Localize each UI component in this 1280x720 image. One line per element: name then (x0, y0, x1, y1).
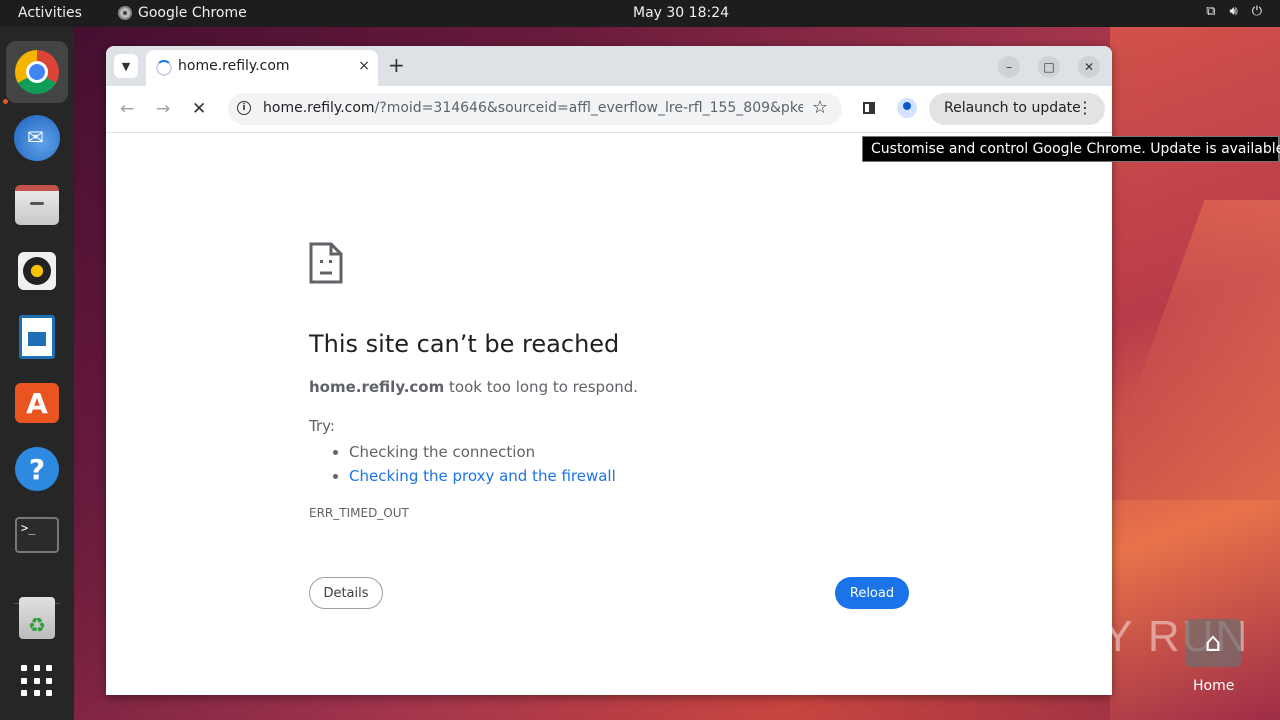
app-name: Google Chrome (138, 5, 247, 21)
back-button[interactable]: ← (120, 99, 134, 119)
dock-trash[interactable]: ♻ (14, 595, 60, 641)
chevron-down-icon: ▼ (121, 59, 131, 73)
site-info-icon[interactable]: i (237, 101, 251, 115)
system-tray[interactable]: ⧉ 🔊︎ ⏻ (1206, 4, 1262, 19)
tab-active[interactable]: home.refily.com × (146, 50, 378, 86)
minimize-icon: – (1006, 60, 1012, 74)
suggestion-connection: Checking the connection (349, 440, 616, 464)
dock-terminal[interactable]: >_ (14, 512, 60, 558)
details-button[interactable]: Details (309, 577, 383, 609)
dock-writer[interactable] (14, 314, 60, 360)
close-icon: ✕ (1083, 60, 1095, 74)
new-tab-button[interactable]: + (388, 54, 405, 76)
bookmark-star-icon[interactable]: ☆ (812, 97, 828, 118)
tab-search-button[interactable]: ▼ (114, 54, 138, 78)
software-store-icon: A (15, 383, 59, 423)
thunderbird-icon (14, 115, 60, 161)
kebab-menu-icon: ⋮ (1077, 98, 1093, 117)
toolbar: ← → ✕ i home.refily.com/?moid=314646&sou… (106, 86, 1112, 133)
network-icon: ⧉ (1206, 4, 1216, 19)
error-desc-text: took too long to respond. (444, 378, 639, 396)
url-text: home.refily.com/?moid=314646&sourceid=af… (263, 100, 803, 116)
suggestion-proxy-link[interactable]: Checking the proxy and the firewall (349, 467, 616, 485)
dock-software[interactable]: A (14, 380, 60, 426)
suggestion-list: Checking the connection Checking the pro… (309, 440, 616, 488)
relaunch-label: Relaunch to update (944, 100, 1081, 116)
url-rest: /?moid=314646&sourceid=affl_everflow_lre… (374, 100, 803, 116)
stop-loading-button[interactable]: ✕ (192, 99, 206, 119)
terminal-icon: >_ (15, 517, 59, 553)
error-code: ERR_TIMED_OUT (309, 506, 409, 520)
app-grid-icon (21, 665, 53, 697)
menu-tooltip: Customise and control Google Chrome. Upd… (862, 136, 1280, 162)
app-menu[interactable]: Google Chrome (118, 5, 247, 21)
volume-icon: 🔊︎ (1229, 4, 1238, 19)
address-bar[interactable]: i home.refily.com/?moid=314646&sourceid=… (228, 93, 842, 125)
profile-avatar-icon[interactable] (897, 98, 917, 118)
tab-title: home.refily.com (178, 58, 290, 74)
dock-chrome[interactable] (6, 41, 68, 103)
help-icon: ? (15, 447, 59, 491)
close-window-button[interactable]: ✕ (1078, 56, 1100, 78)
reload-button[interactable]: Reload (835, 577, 909, 609)
rhythmbox-icon (18, 252, 56, 290)
show-applications-button[interactable] (14, 658, 60, 704)
power-icon: ⏻ (1251, 4, 1262, 19)
trash-icon: ♻ (19, 597, 55, 639)
clock[interactable]: May 30 18:24 (633, 5, 729, 21)
dock-help[interactable]: ? (14, 446, 60, 492)
maximize-button[interactable]: □ (1038, 56, 1060, 78)
loading-spinner-icon (156, 60, 172, 76)
chrome-icon (118, 6, 132, 20)
dock: A ? >_ ♻ (0, 27, 74, 720)
side-panel-icon[interactable] (863, 102, 875, 114)
activities-button[interactable]: Activities (18, 5, 82, 21)
dock-thunderbird[interactable] (14, 115, 60, 161)
maximize-icon: □ (1043, 60, 1055, 74)
home-label: Home (1193, 678, 1235, 694)
error-title: This site can’t be reached (309, 330, 620, 358)
top-bar: Activities Google Chrome May 30 18:24 ⧉ … (0, 0, 1280, 27)
dock-files[interactable] (14, 182, 60, 228)
home-folder-icon[interactable]: ⌂ (1185, 619, 1241, 667)
url-host: home.refily.com (263, 100, 375, 116)
dock-rhythmbox[interactable] (14, 248, 60, 294)
writer-icon (19, 315, 55, 359)
forward-button[interactable]: → (156, 99, 170, 119)
tab-strip: ▼ home.refily.com × + – □ ✕ (106, 46, 1112, 86)
tab-close-icon[interactable]: × (358, 58, 370, 74)
minimize-button[interactable]: – (998, 56, 1020, 78)
error-description: home.refily.com took too long to respond… (309, 378, 638, 396)
try-label: Try: (309, 417, 335, 435)
sad-page-icon (309, 242, 343, 284)
files-icon (15, 185, 59, 225)
running-indicator (3, 99, 8, 104)
chrome-icon (15, 50, 59, 94)
error-host: home.refily.com (309, 378, 445, 396)
relaunch-to-update-button[interactable]: Relaunch to update ⋮ (929, 93, 1105, 125)
